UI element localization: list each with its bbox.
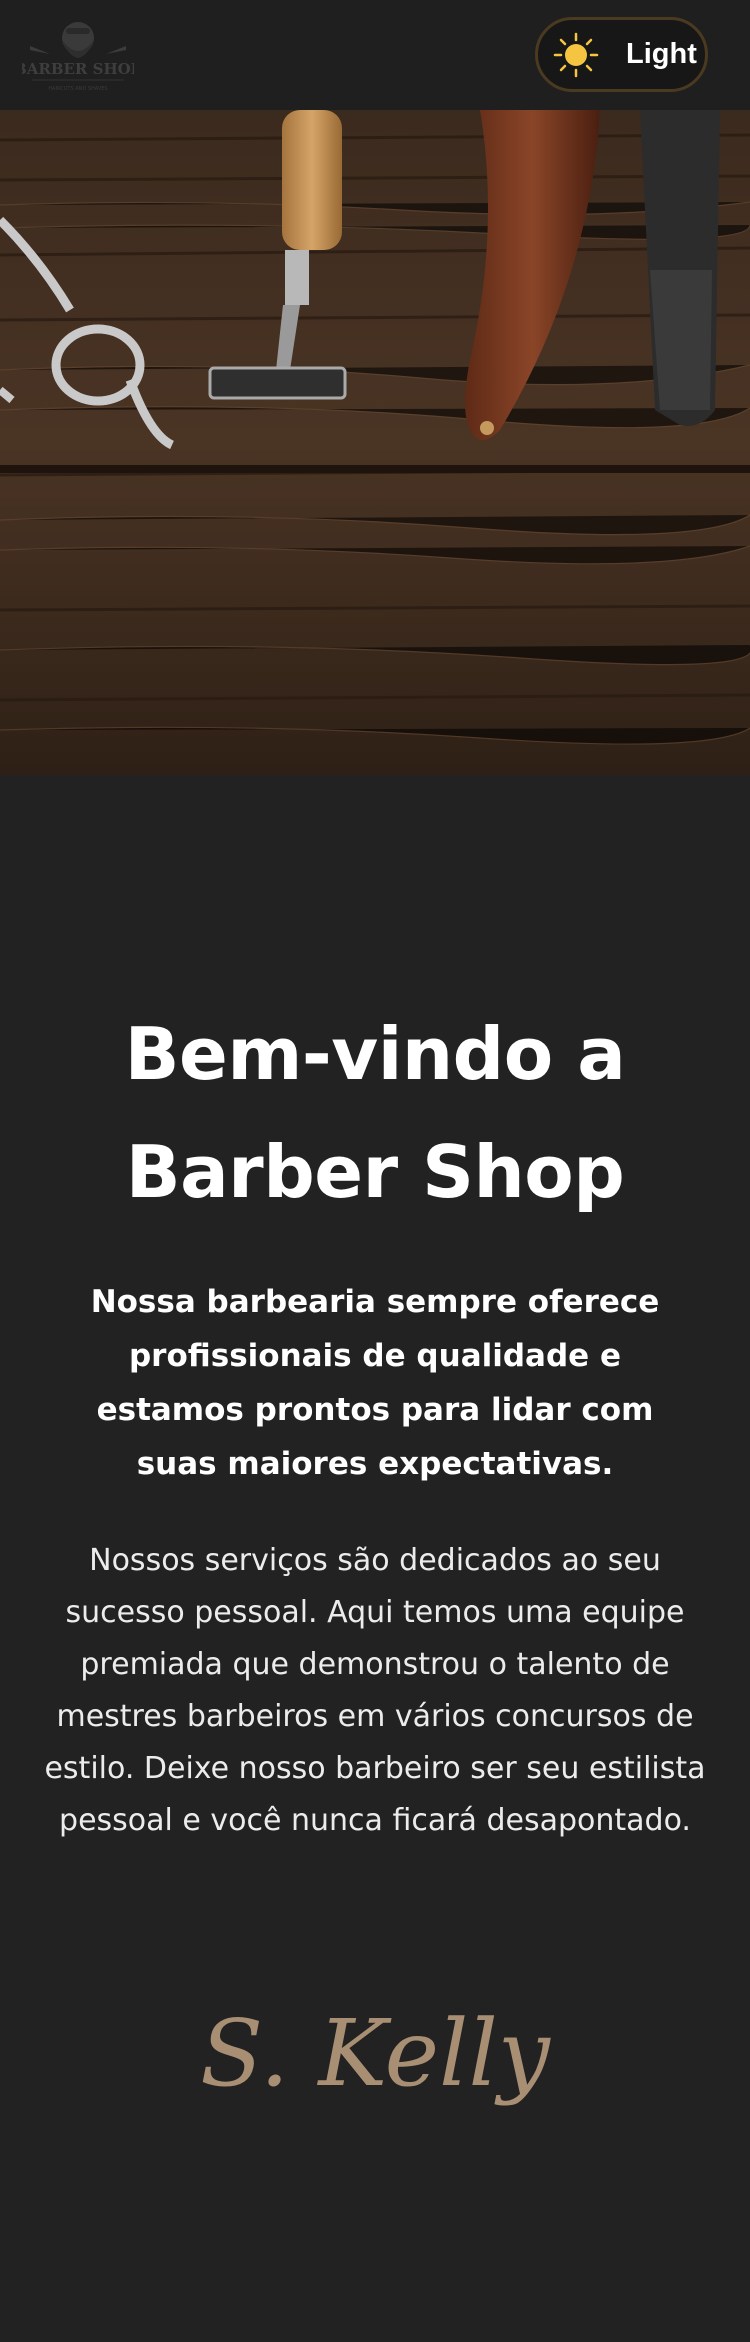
barber-tools-image: [0, 110, 750, 775]
hero-image: [0, 110, 750, 775]
page-title: Bem-vindo a Barber Shop: [124, 1012, 626, 1214]
signature: S. Kelly: [200, 2000, 550, 2107]
sun-icon: [553, 32, 599, 78]
svg-text:BARBER SHOP: BARBER SHOP: [22, 60, 134, 78]
welcome-section: Bem-vindo a Barber Shop Nossa barbearia …: [0, 775, 750, 2342]
theme-toggle-label: Light: [626, 38, 697, 70]
welcome-subtitle: Nossa barbearia sempre oferece profissio…: [90, 1284, 660, 1482]
svg-text:HAIRCUTS AND SHAVES: HAIRCUTS AND SHAVES: [48, 86, 107, 92]
welcome-body-text: Nossos serviços são dedicados ao seu suc…: [44, 1543, 706, 1838]
barber-shop-logo[interactable]: BARBER SHOP HAIRCUTS AND SHAVES: [22, 10, 134, 100]
top-navbar: BARBER SHOP HAIRCUTS AND SHAVES Light: [0, 0, 750, 110]
theme-toggle-button[interactable]: Light: [535, 17, 708, 92]
